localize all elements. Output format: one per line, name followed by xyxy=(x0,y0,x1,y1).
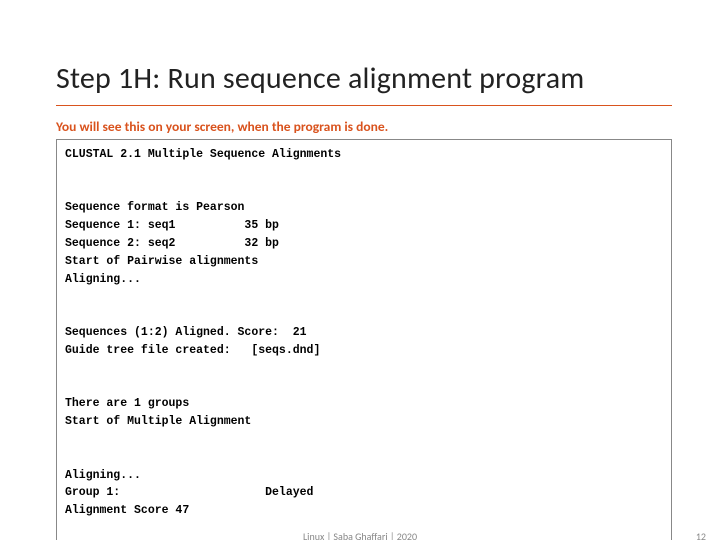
term-line: CLUSTAL 2.1 Multiple Sequence Alignments xyxy=(65,148,341,161)
term-line: There are 1 groups xyxy=(65,397,189,410)
term-line: Guide tree file created: [seqs.dnd] xyxy=(65,344,320,357)
term-line: Sequence 1: seq1 35 bp xyxy=(65,219,279,232)
footer-credit: Linux | Saba Ghaffari | 2020 xyxy=(303,530,417,540)
slide-title: Step 1H: Run sequence alignment program xyxy=(56,60,672,106)
term-line: Start of Multiple Alignment xyxy=(65,415,251,428)
term-line: Sequence format is Pearson xyxy=(65,201,244,214)
term-line: Alignment Score 47 xyxy=(65,504,189,517)
slide: Step 1H: Run sequence alignment program … xyxy=(0,0,720,540)
term-line: Group 1: Delayed xyxy=(65,486,313,499)
term-line: Aligning... xyxy=(65,469,141,482)
term-line: Sequences (1:2) Aligned. Score: 21 xyxy=(65,326,307,339)
terminal-output: CLUSTAL 2.1 Multiple Sequence Alignments… xyxy=(56,139,672,540)
page-number: 12 xyxy=(696,530,706,540)
term-line: Start of Pairwise alignments xyxy=(65,255,258,268)
term-line: Aligning... xyxy=(65,273,141,286)
slide-subtitle: You will see this on your screen, when t… xyxy=(56,118,672,135)
term-line: Sequence 2: seq2 32 bp xyxy=(65,237,279,250)
